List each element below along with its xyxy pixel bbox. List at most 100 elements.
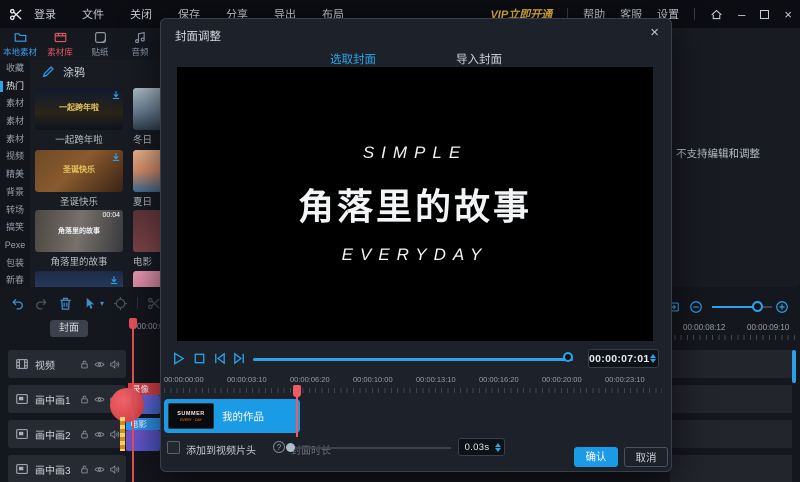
preview-text-bottom: EVERYDAY [342,245,489,265]
seek-slider-track[interactable] [253,358,573,361]
lock-icon[interactable] [79,464,90,475]
category-item[interactable]: 素材 [0,113,30,131]
speaker-icon[interactable] [109,359,120,370]
undo-icon[interactable] [10,296,25,311]
trash-icon[interactable] [58,296,73,311]
media-thumbnail[interactable]: 一起跨年啦 [35,88,123,130]
ruler-label: 00:00:13:10 [416,375,456,384]
track-lane[interactable] [670,455,792,482]
download-arrow-icon [111,90,121,100]
track-row-video[interactable]: 视频 [8,350,126,378]
ruler-ticks[interactable] [164,388,662,393]
media-thumbnail[interactable] [133,271,160,287]
category-hot[interactable]: 热门 [0,78,30,96]
library-tab-bar: 本地素材 素材库 贴纸 音频 [0,28,160,60]
lock-icon[interactable] [79,359,90,370]
add-to-intro-checkbox[interactable] [167,441,180,454]
tab-audio[interactable]: 音频 [120,28,160,60]
media-thumbnail[interactable] [35,271,123,287]
category-item[interactable]: 精美 [0,166,30,184]
confirm-button[interactable]: 确认 [574,447,618,467]
tab-media-library[interactable]: 素材库 [40,28,80,60]
zoom-out-icon[interactable] [689,298,703,316]
tab-local-media[interactable]: 本地素材 [0,28,40,60]
category-item[interactable]: 素材 [0,95,30,113]
duration-field[interactable]: 0.03s [458,438,505,456]
crosshair-icon[interactable] [113,296,128,311]
category-pexels[interactable]: Pexe [0,237,30,255]
login-button[interactable]: 登录 [34,6,56,22]
zoom-slider-fill [712,306,757,308]
ruler-label: 00:00:03:10 [227,375,267,384]
track-row-pip2[interactable]: 画中画2 [8,420,126,448]
clip-thumbnail: SUMMER EVERY · DAY [168,403,214,429]
close-window-button[interactable]: × [784,8,792,21]
ruler-label: 00:00:06:20 [290,375,330,384]
speaker-icon[interactable] [109,429,120,440]
maximize-button[interactable] [760,8,769,21]
lock-icon[interactable] [79,429,90,440]
cursor-tool-icon[interactable] [82,296,97,311]
cover-button[interactable]: 封面 [50,320,88,337]
category-rail: 收藏 热门 素材 素材 素材 视频 精美 背景 转场 搞笑 Pexe 包装 新春 [0,60,30,287]
next-frame-icon[interactable] [232,351,247,366]
category-newyear[interactable]: 新春 [0,272,30,287]
playhead-line[interactable] [132,318,134,482]
cover-playhead-line [296,395,298,437]
category-funny[interactable]: 搞笑 [0,219,30,237]
track-row-pip3[interactable]: 画中画3 [8,455,126,482]
eye-icon[interactable] [94,394,105,405]
category-transition[interactable]: 转场 [0,202,30,220]
timecode-field[interactable]: 00:00:07:01 [588,349,659,368]
category-item[interactable]: 素材 [0,131,30,149]
tab-stickers[interactable]: 贴纸 [80,28,120,60]
duration-slider-track[interactable] [289,447,451,449]
menu-file[interactable]: 文件 [82,6,104,22]
media-thumbnail[interactable] [133,150,160,192]
category-packaging[interactable]: 包装 [0,255,30,273]
duration-slider-handle[interactable] [286,443,295,452]
checkbox-label: 添加到视频片头 [186,442,256,457]
cancel-button[interactable]: 取消 [624,447,668,467]
category-background[interactable]: 背景 [0,184,30,202]
lock-icon[interactable] [79,394,90,405]
category-video[interactable]: 视频 [0,148,30,166]
seek-slider-handle[interactable] [563,352,573,362]
download-arrow-icon [111,152,121,162]
media-grid: 涂鸦 一起跨年啦 一起跨年啦 冬日 圣诞快乐 圣诞快乐 夏日 角落里的故事 00… [30,60,160,287]
menu-close[interactable]: 关闭 [130,6,152,22]
spinner-arrows[interactable] [495,443,501,452]
vertical-scrollbar[interactable] [792,350,796,383]
category-favorites[interactable]: 收藏 [0,60,30,78]
close-icon[interactable]: × [650,24,659,41]
ruler-label: 00:00:08:12 [683,323,725,332]
duration-value: 0.03s [459,442,495,453]
media-thumbnail[interactable]: 角落里的故事 00:04 [35,210,123,252]
track-row-pip1[interactable]: 画中画1 [8,385,126,413]
ruler-label: 00:00:09:10 [747,323,789,332]
help-icon[interactable]: ? [273,441,285,453]
eye-icon[interactable] [94,464,105,475]
media-thumbnail[interactable] [133,88,160,130]
chevron-down-icon[interactable]: ▾ [100,299,104,308]
stop-icon[interactable] [192,351,207,366]
media-thumbnail[interactable]: 圣诞快乐 [35,150,123,192]
media-thumbnail[interactable] [133,210,160,252]
play-icon[interactable] [171,351,186,366]
zoom-slider-handle[interactable] [752,301,763,312]
speaker-icon[interactable] [109,464,120,475]
minimize-button[interactable]: – [738,8,745,21]
track-lane[interactable] [670,350,792,378]
zoom-in-icon[interactable] [775,298,789,316]
eye-icon[interactable] [94,429,105,440]
track-lane[interactable] [670,385,792,413]
home-icon[interactable] [710,7,723,21]
spinner-arrows[interactable] [650,354,656,363]
record-circle-icon [110,388,144,422]
redo-icon[interactable] [34,296,49,311]
prev-frame-icon[interactable] [212,351,227,366]
clip-selected-edge[interactable] [120,417,125,451]
track-lane[interactable] [670,420,792,448]
eye-icon[interactable] [94,359,105,370]
cover-clip[interactable]: SUMMER EVERY · DAY 我的作品 [164,399,300,433]
